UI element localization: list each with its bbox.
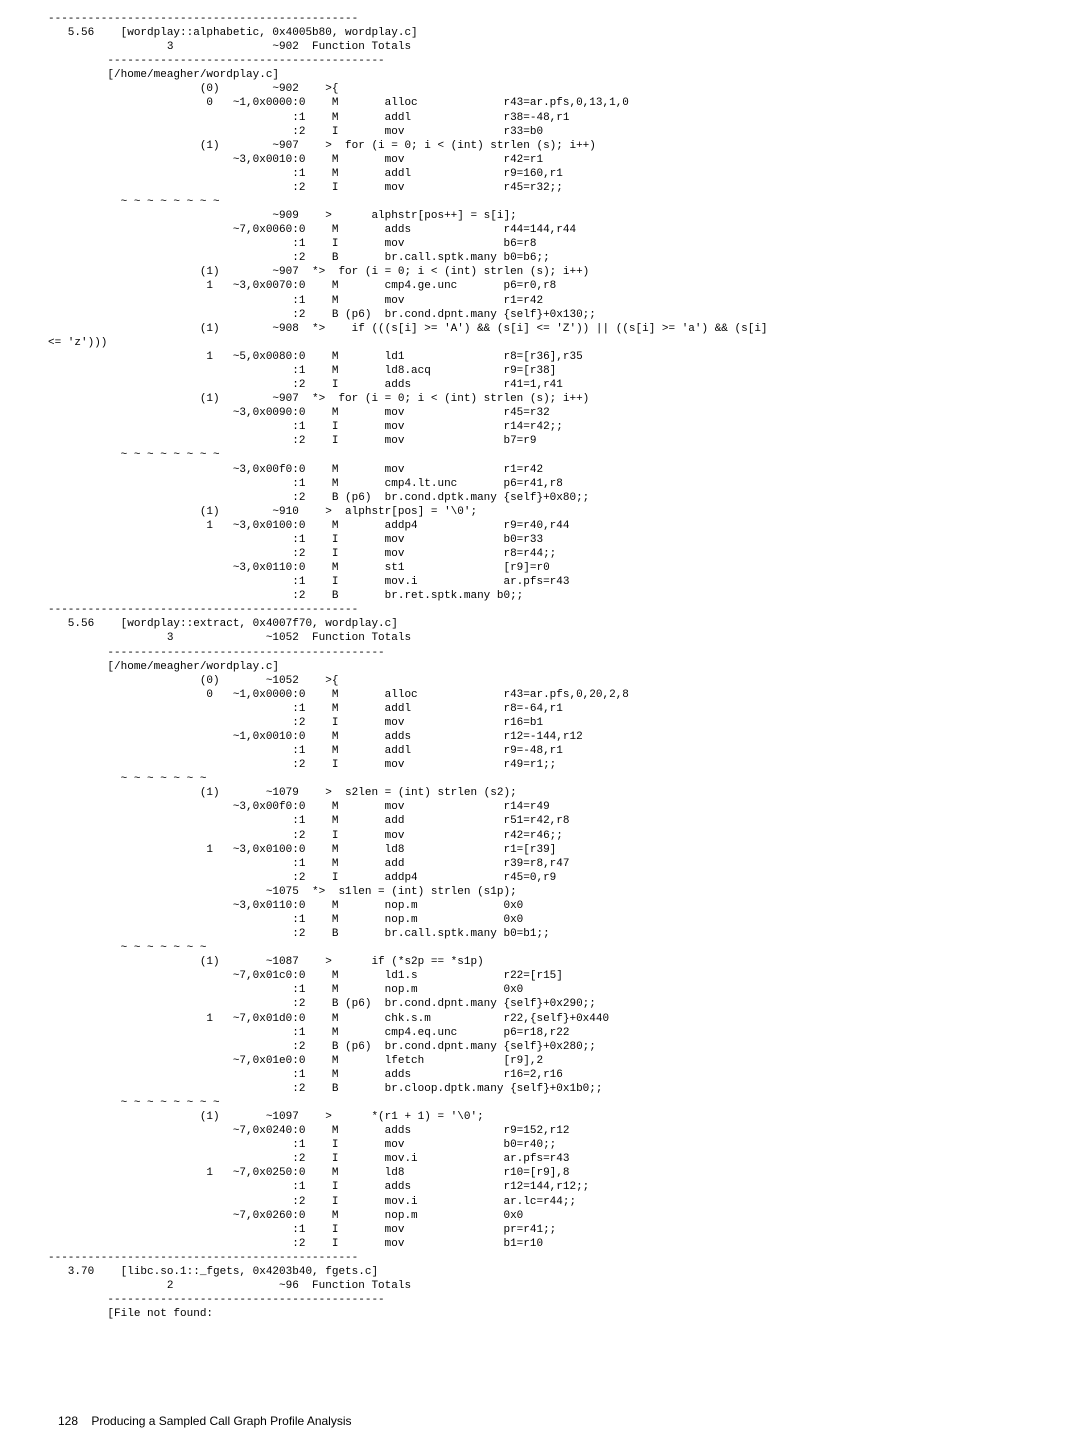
page-footer: 128 Producing a Sampled Call Graph Profi… [48, 1414, 1050, 1429]
page-number: 128 [58, 1414, 78, 1428]
footer-title: Producing a Sampled Call Graph Profile A… [91, 1414, 351, 1428]
code-block: ----------------------------------------… [48, 12, 1050, 1392]
